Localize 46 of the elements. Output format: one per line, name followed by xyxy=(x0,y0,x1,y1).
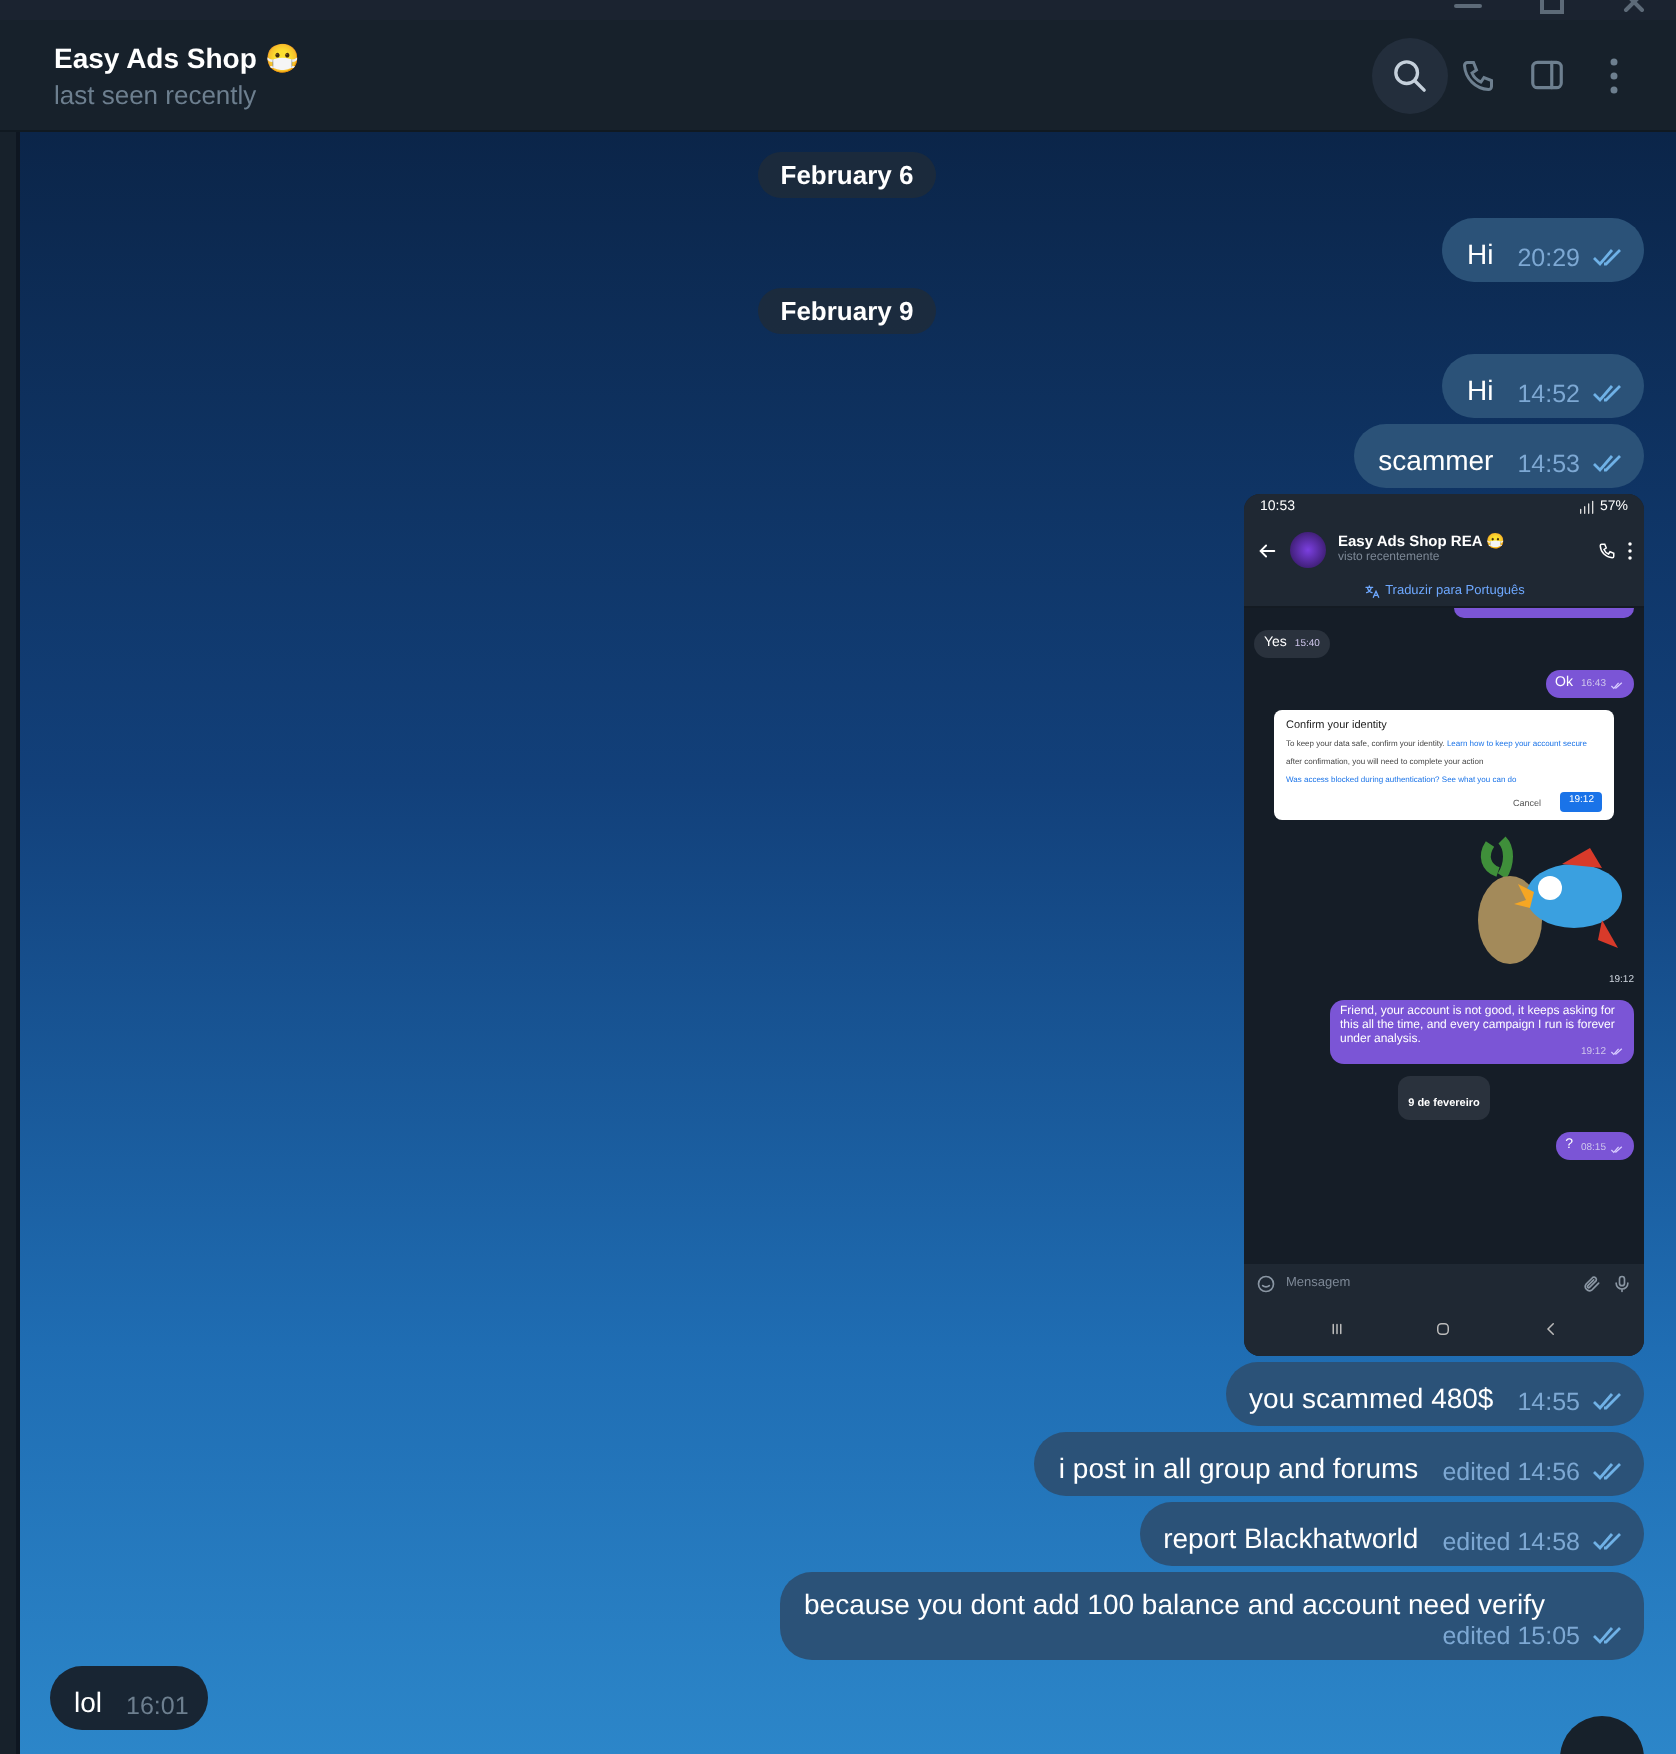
message-time: 14:53 xyxy=(1517,450,1580,478)
paperclip-icon xyxy=(1582,1273,1602,1293)
message-text: Hi xyxy=(1466,236,1494,272)
back-icon xyxy=(1541,1320,1560,1338)
message-time: 14:55 xyxy=(1517,1388,1580,1416)
double-check-icon xyxy=(1592,1532,1624,1552)
double-check-icon xyxy=(1592,1392,1624,1412)
message-text: lol xyxy=(74,1684,103,1720)
message-text: because you dont add 100 balance and account need verify xyxy=(804,1586,1546,1622)
double-check-icon xyxy=(1592,1626,1624,1646)
message-time: 16:01 xyxy=(126,1692,189,1720)
date-label: February 9 xyxy=(758,288,936,334)
message-text: scammer xyxy=(1378,442,1494,478)
double-check-icon xyxy=(1592,1462,1624,1482)
emoji-icon xyxy=(1256,1273,1276,1293)
more-icon xyxy=(1610,57,1618,93)
chat-status: last seen recently xyxy=(54,79,259,109)
microphone-icon xyxy=(1612,1273,1632,1293)
double-check-icon xyxy=(1610,1048,1624,1057)
date-label: February 6 xyxy=(758,152,936,198)
chat-title: Easy Ads Shop 😷 xyxy=(54,41,301,73)
message-time: edited 14:56 xyxy=(1442,1458,1580,1486)
back-arrow-icon xyxy=(1256,539,1278,561)
double-check-icon xyxy=(1592,454,1624,474)
double-check-icon xyxy=(1592,248,1624,268)
message-time: edited 14:58 xyxy=(1442,1528,1580,1556)
message-text: you scammed 480$ xyxy=(1249,1380,1494,1416)
search-button[interactable] xyxy=(1372,37,1448,113)
search-icon xyxy=(1390,55,1430,95)
phone-icon xyxy=(1598,541,1616,559)
signal-icon xyxy=(1577,499,1594,516)
double-check-icon xyxy=(1592,384,1624,404)
sidebar-icon xyxy=(1527,56,1565,94)
message-text: Hi xyxy=(1466,372,1494,408)
message-time: 14:52 xyxy=(1517,380,1580,408)
double-check-icon xyxy=(1610,1145,1624,1154)
phone-icon xyxy=(1460,57,1496,93)
message-text: i post in all group and forums xyxy=(1058,1450,1419,1486)
message-time: 20:29 xyxy=(1517,244,1580,272)
message-text: report Blackhatworld xyxy=(1163,1520,1419,1556)
translate-icon xyxy=(1363,584,1380,600)
recent-apps-icon xyxy=(1328,1320,1347,1338)
avatar-icon xyxy=(1290,532,1326,568)
message-time: edited 15:05 xyxy=(1442,1622,1580,1650)
double-check-icon xyxy=(1610,682,1624,691)
home-icon xyxy=(1434,1320,1453,1338)
